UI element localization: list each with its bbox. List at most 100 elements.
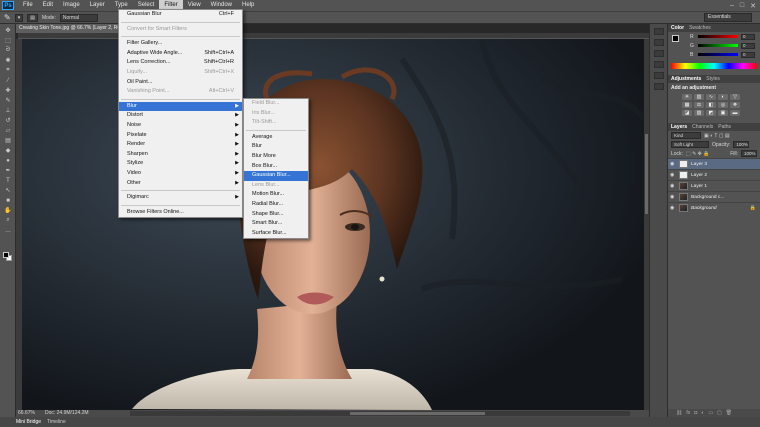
submenu-item-radial-blur[interactable]: Radial Blur... <box>244 200 308 210</box>
selective-color-icon[interactable]: ▣ <box>718 110 728 116</box>
eyedropper-tool-icon[interactable]: ⁄ <box>3 77 13 84</box>
menu-item-render[interactable]: Render ▶ <box>119 140 242 150</box>
new-layer-icon[interactable]: ▢ <box>717 410 722 416</box>
submenu-item-box-blur[interactable]: Box Blur... <box>244 162 308 172</box>
zoom-tool-icon[interactable]: ⌕ <box>3 217 13 224</box>
color-panel-foreground[interactable] <box>672 35 679 42</box>
layer-row[interactable]: ◉ Background 🔒 <box>668 202 760 213</box>
horizontal-scrollbar[interactable] <box>130 411 630 416</box>
eye-icon[interactable]: ◉ <box>670 161 676 167</box>
color-balance-icon[interactable]: ⚖ <box>694 102 704 108</box>
close-icon[interactable]: ✕ <box>750 2 756 10</box>
zoom-level[interactable]: 66.67% <box>18 410 35 417</box>
hand-tool-icon[interactable]: ✋ <box>3 207 13 214</box>
tab-styles[interactable]: Styles <box>706 76 720 82</box>
layer-row[interactable]: ◉ Layer 2 <box>668 169 760 180</box>
eraser-tool-icon[interactable]: ▱ <box>3 127 13 134</box>
menu-item-video[interactable]: Video ▶ <box>119 169 242 179</box>
layer-name[interactable]: Background <box>691 206 717 211</box>
menu-item-blur[interactable]: Blur ▶ <box>119 101 242 112</box>
lasso-tool-icon[interactable]: ᘐ <box>3 47 13 54</box>
workspace-switcher[interactable]: Essentials <box>704 13 752 22</box>
posterize-icon[interactable]: ▧ <box>694 110 704 116</box>
foreground-color-swatch[interactable] <box>3 252 9 258</box>
brush-tool-icon[interactable]: ✎ <box>4 13 11 22</box>
path-select-tool-icon[interactable]: ↖ <box>3 187 13 194</box>
minimize-icon[interactable]: – <box>730 2 734 10</box>
submenu-item-blur-more[interactable]: Blur More <box>244 152 308 162</box>
tab-color[interactable]: Color <box>671 25 684 31</box>
tab-adjustments[interactable]: Adjustments <box>671 76 701 82</box>
mask-icon[interactable]: ◘ <box>694 410 697 416</box>
menu-item-filter-gallery[interactable]: Filter Gallery... <box>119 39 242 49</box>
menu-item-lens-correction[interactable]: Lens Correction... Shift+Ctrl+R <box>119 58 242 68</box>
move-tool-icon[interactable]: ✥ <box>3 27 13 34</box>
pen-tool-icon[interactable]: ✒ <box>3 167 13 174</box>
clone-stamp-tool-icon[interactable]: ⊥ <box>3 107 13 114</box>
menu-file[interactable]: File <box>18 0 38 11</box>
layer-kind-filter[interactable]: Kind <box>671 132 701 139</box>
layer-name[interactable]: Layer 1 <box>691 184 707 189</box>
doc-info[interactable]: Doc: 24.9M/124.2M <box>45 410 89 417</box>
levels-icon[interactable]: ▥ <box>694 94 704 100</box>
brush-tool-icon[interactable]: ✎ <box>3 97 13 104</box>
submenu-item-surface-blur[interactable]: Surface Blur... <box>244 229 308 239</box>
marquee-tool-icon[interactable]: ⬚ <box>3 37 13 44</box>
menu-item-noise[interactable]: Noise ▶ <box>119 121 242 131</box>
menu-item-digimarc[interactable]: Digimarc ▶ <box>119 193 242 203</box>
submenu-item-average[interactable]: Average <box>244 133 308 143</box>
color-g-value[interactable]: 0 <box>741 42 755 49</box>
quick-select-tool-icon[interactable]: ✺ <box>3 57 13 64</box>
trash-icon[interactable]: 🗑 <box>726 410 732 416</box>
menu-item-convert-smart-filters[interactable]: Convert for Smart Filters <box>119 25 242 35</box>
character-panel-icon[interactable] <box>654 72 664 79</box>
eye-icon[interactable]: ◉ <box>670 172 676 178</box>
tab-layers[interactable]: Layers <box>671 124 687 130</box>
link-icon[interactable]: ⛓ <box>676 410 682 416</box>
menu-item-pixelate[interactable]: Pixelate ▶ <box>119 131 242 141</box>
shape-tool-icon[interactable]: ■ <box>3 197 13 204</box>
info-panel-icon[interactable] <box>654 61 664 68</box>
blend-mode-dropdown[interactable]: Soft Light <box>671 141 709 148</box>
tab-swatches[interactable]: Swatches <box>689 25 711 31</box>
brush-panel-toggle[interactable]: ▤ <box>27 13 38 22</box>
menu-item-last-filter[interactable]: Gaussian Blur Ctrl+F <box>119 10 242 20</box>
mode-dropdown[interactable]: Normal <box>59 13 98 22</box>
gradient-tool-icon[interactable]: ▤ <box>3 137 13 144</box>
submenu-item-shape-blur[interactable]: Shape Blur... <box>244 210 308 220</box>
photo-filter-icon[interactable]: ◎ <box>718 102 728 108</box>
layer-name[interactable]: Layer 2 <box>691 173 707 178</box>
document-canvas[interactable] <box>22 39 644 410</box>
submenu-item-tilt-shift[interactable]: Tilt-Shift... <box>244 118 308 128</box>
more-tools-icon[interactable]: … <box>3 227 13 234</box>
submenu-item-motion-blur[interactable]: Motion Blur... <box>244 190 308 200</box>
submenu-item-field-blur[interactable]: Field Blur... <box>244 99 308 109</box>
invert-icon[interactable]: ◪ <box>682 110 692 116</box>
brightness-contrast-icon[interactable]: ☀ <box>682 94 692 100</box>
tab-channels[interactable]: Channels <box>692 124 713 130</box>
fx-icon[interactable]: fx <box>686 410 690 416</box>
menu-layer[interactable]: Layer <box>85 0 110 11</box>
properties-panel-icon[interactable] <box>654 50 664 57</box>
submenu-item-lens-blur[interactable]: Lens Blur... <box>244 181 308 191</box>
black-white-icon[interactable]: ◧ <box>706 102 716 108</box>
eye-icon[interactable]: ◉ <box>670 194 676 200</box>
crop-tool-icon[interactable]: ⌗ <box>3 67 13 74</box>
gradient-map-icon[interactable]: ▬ <box>730 110 740 116</box>
menu-item-sharpen[interactable]: Sharpen ▶ <box>119 150 242 160</box>
type-tool-icon[interactable]: T <box>3 177 13 184</box>
menu-item-browse-filters-online[interactable]: Browse Filters Online... <box>119 208 242 218</box>
history-brush-tool-icon[interactable]: ↺ <box>3 117 13 124</box>
curves-icon[interactable]: ∿ <box>706 94 716 100</box>
tab-timeline[interactable]: Timeline <box>47 419 66 425</box>
tab-mini-bridge[interactable]: Mini Bridge <box>16 419 41 425</box>
color-b-slider[interactable] <box>698 53 738 56</box>
lock-icons[interactable]: ⬚ ✎ ✥ 🔒 <box>686 151 710 157</box>
dodge-tool-icon[interactable]: ● <box>3 157 13 164</box>
layer-row[interactable]: ◉ Background c... <box>668 191 760 202</box>
menu-item-adaptive-wide-angle[interactable]: Adaptive Wide Angle... Shift+Ctrl+A <box>119 49 242 59</box>
brush-preset-picker[interactable]: ▾ <box>14 13 24 22</box>
actions-panel-icon[interactable] <box>654 39 664 46</box>
submenu-item-iris-blur[interactable]: Iris Blur... <box>244 109 308 119</box>
threshold-icon[interactable]: ◩ <box>706 110 716 116</box>
